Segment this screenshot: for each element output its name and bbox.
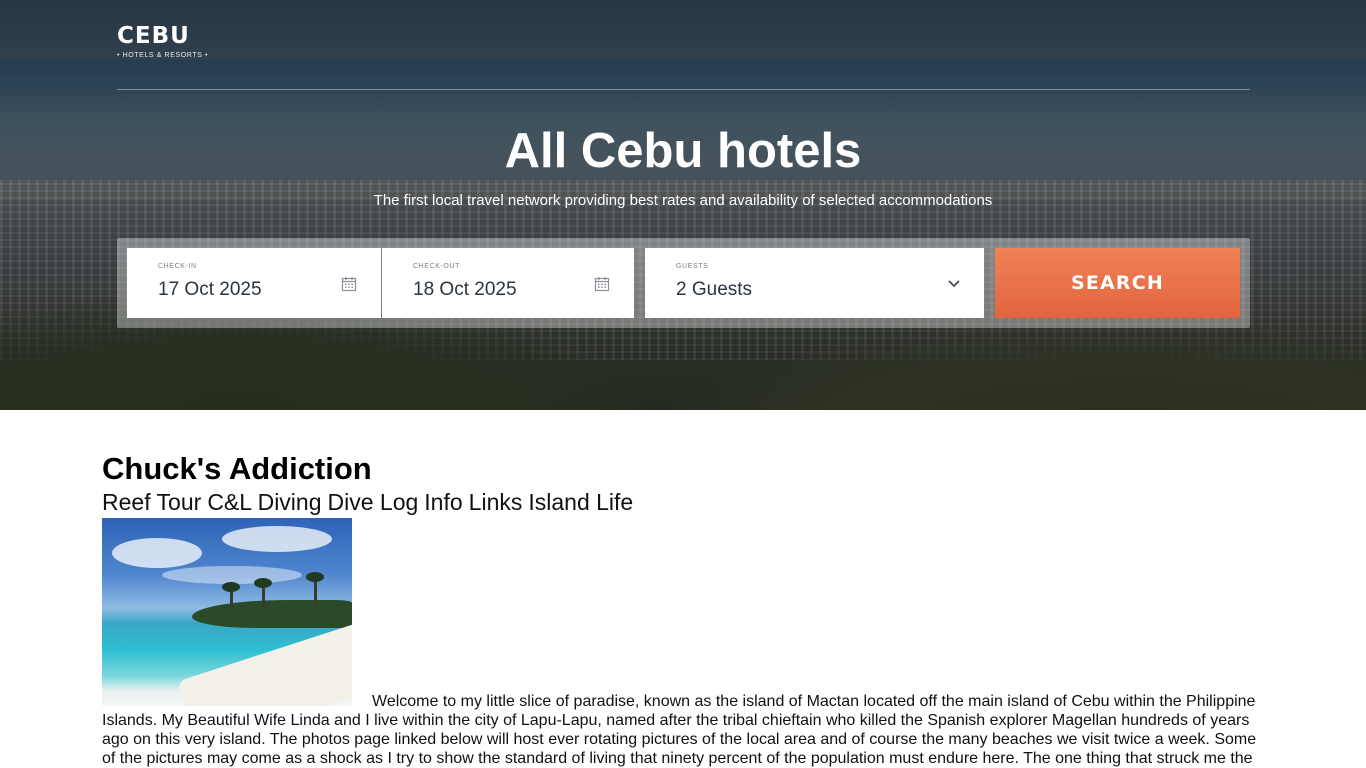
chevron-down-icon[interactable]: [946, 278, 962, 290]
checkin-label: CHECK-IN: [158, 263, 197, 270]
checkout-label: CHECK-OUT: [413, 263, 461, 270]
checkout-field[interactable]: CHECK-OUT 18 Oct 2025: [382, 248, 634, 318]
photo-island: [192, 600, 352, 628]
search-form: CHECK-IN 17 Oct 2025 CHECK-OUT 18 Oct 20…: [117, 238, 1250, 328]
calendar-icon[interactable]: [594, 276, 610, 292]
site-nav: Reef Tour C&L Diving Dive Log Info Links Isla…: [102, 488, 1272, 516]
photo-cloud: [112, 538, 202, 568]
nav-link-reef-tour[interactable]: Reef Tour: [102, 489, 201, 515]
photo-palm: [254, 578, 272, 588]
checkin-field[interactable]: CHECK-IN 17 Oct 2025: [127, 248, 381, 318]
calendar-icon[interactable]: [341, 276, 357, 292]
intro-paragraph: Welcome to my little slice of paradise, …: [102, 516, 1268, 768]
brand-tagline: • HOTELS & RESORTS •: [117, 52, 209, 59]
nav-link-dive-log[interactable]: Dive Log: [328, 489, 419, 515]
brand-logo[interactable]: CEBU • HOTELS & RESORTS •: [117, 22, 208, 59]
hero-subtitle: The first local travel network providing…: [373, 192, 993, 209]
page-title: Chuck's Addiction: [102, 451, 372, 486]
hero-title: All Cebu hotels: [504, 124, 862, 178]
nav-link-links[interactable]: Links: [469, 489, 523, 515]
photo-palm: [314, 578, 317, 606]
guests-label: GUESTS: [676, 263, 709, 270]
checkout-value[interactable]: 18 Oct 2025: [413, 279, 517, 301]
nav-link-info[interactable]: Info: [424, 489, 462, 515]
nav-link-cl-diving[interactable]: C&L Diving: [207, 489, 321, 515]
photo-cloud: [222, 526, 332, 552]
main-content: Chuck's Addiction Reef Tour C&L Diving Div…: [102, 450, 1272, 768]
guests-select[interactable]: GUESTS 2 Guests: [645, 248, 984, 318]
guests-value[interactable]: 2 Guests: [676, 279, 752, 301]
header-divider: [117, 89, 1250, 90]
checkin-value[interactable]: 17 Oct 2025: [158, 279, 262, 301]
photo-palm: [306, 572, 324, 582]
search-button[interactable]: SEARCH: [995, 248, 1240, 318]
hero-banner: CEBU • HOTELS & RESORTS • All Cebu hotel…: [0, 0, 1366, 410]
beach-photo: [102, 518, 352, 706]
nav-link-island-life[interactable]: Island Life: [528, 489, 633, 515]
photo-palm: [222, 582, 240, 592]
brand-name: CEBU: [117, 23, 190, 49]
